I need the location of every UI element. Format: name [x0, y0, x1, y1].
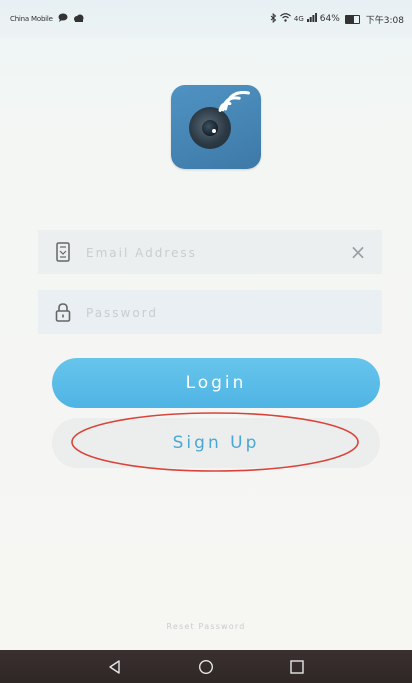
signal-icon [306, 13, 317, 25]
back-icon[interactable] [105, 657, 125, 677]
phone-icon [54, 242, 72, 262]
status-bar: China Mobile 4G 64% 下午3:08 [0, 0, 412, 38]
email-field[interactable] [84, 238, 348, 268]
signal-arcs [218, 91, 250, 112]
close-icon[interactable]: × [346, 240, 370, 264]
password-field[interactable] [84, 298, 348, 328]
carrier-label: China Mobile [10, 15, 53, 23]
login-screen: China Mobile 4G 64% 下午3:08 Email Address… [0, 0, 412, 683]
wifi-icon [279, 13, 291, 25]
camera-lens-icon [171, 85, 261, 169]
bluetooth-icon [270, 12, 277, 26]
lock-icon [54, 302, 72, 322]
battery-percent: 64% [319, 14, 340, 24]
battery-icon [344, 14, 360, 24]
email-field-row: × [38, 230, 382, 274]
status-right: 4G 64% 下午3:08 [270, 12, 404, 26]
reset-password-link[interactable]: Reset Password [0, 622, 412, 631]
signal-text: 4G [293, 15, 304, 23]
login-button[interactable]: Login [52, 358, 380, 408]
cloud-icon [73, 14, 84, 25]
battery-fill [345, 15, 355, 23]
chat-icon [58, 13, 68, 25]
lens-glint [212, 129, 216, 133]
status-time: 下午3:08 [365, 15, 404, 26]
status-left: China Mobile [10, 13, 84, 25]
signup-button[interactable]: Sign Up [52, 418, 380, 468]
recents-icon[interactable] [287, 657, 307, 677]
home-icon[interactable] [196, 657, 216, 677]
password-field-row [38, 290, 382, 334]
navigation-bar [0, 650, 412, 683]
